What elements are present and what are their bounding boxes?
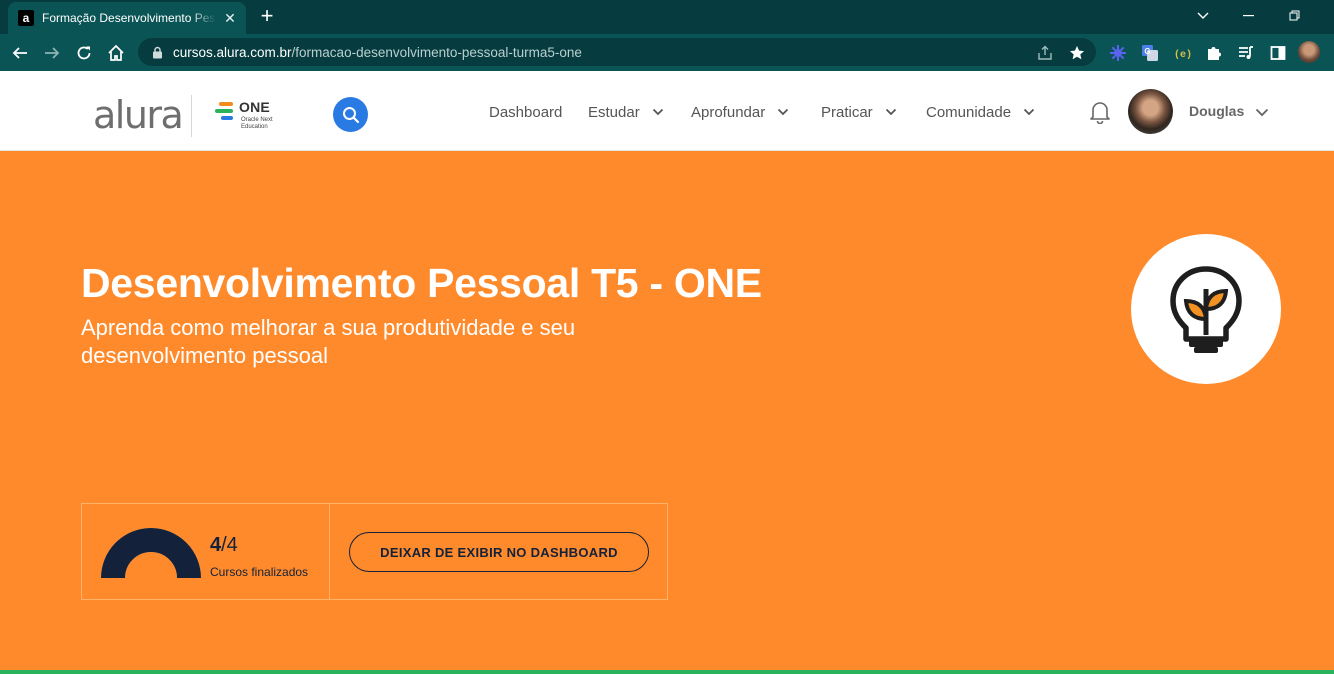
alura-logo[interactable]: alura	[93, 93, 184, 137]
search-icon	[342, 106, 359, 123]
bottom-accent-line	[0, 670, 1334, 674]
one-partner-logo[interactable]: ONE Oracle Next Education	[215, 99, 295, 134]
page-title: Desenvolvimento Pessoal T5 - ONE	[81, 260, 762, 306]
courses-completed-label: Cursos finalizados	[210, 565, 309, 579]
chevron-down-icon	[885, 108, 897, 116]
notifications-bell-icon[interactable]	[1087, 99, 1113, 125]
nav-comunidade[interactable]: Comunidade	[926, 101, 1035, 123]
browser-tab[interactable]: a Formação Desenvolvimento Pessoal T5 - …	[8, 2, 246, 34]
user-menu-chevron-down-icon[interactable]	[1255, 104, 1269, 122]
lock-icon[interactable]	[150, 45, 164, 59]
browser-tab-strip: a Formação Desenvolvimento Pessoal T5 - …	[0, 0, 1334, 34]
url-host: cursos.alura.com.br	[173, 44, 292, 60]
total-number: /4	[221, 534, 238, 556]
nav-aprofundar-label: Aprofundar	[691, 103, 766, 121]
tab-close-icon[interactable]: ✕	[222, 10, 238, 26]
one-logo-text: ONE	[239, 99, 270, 115]
progress-gauge	[101, 528, 201, 579]
user-avatar[interactable]	[1128, 89, 1173, 134]
new-tab-button[interactable]: +	[256, 5, 278, 28]
tab-title: Formação Desenvolvimento Pessoal T5 - ON…	[42, 11, 216, 25]
one-logo-bars-icon	[215, 102, 233, 123]
url-text: cursos.alura.com.br/formacao-desenvolvim…	[173, 45, 582, 60]
extension-flower-icon[interactable]	[1108, 43, 1128, 63]
nav-praticar[interactable]: Praticar	[821, 101, 897, 123]
courses-completed-count: 4/4	[210, 534, 238, 557]
address-bar[interactable]: cursos.alura.com.br/formacao-desenvolvim…	[138, 38, 1096, 66]
progress-summary: 4/4 Cursos finalizados	[82, 504, 330, 599]
bookmark-star-icon[interactable]	[1068, 44, 1086, 62]
page-subtitle: Aprenda como melhorar a sua produtividad…	[81, 315, 576, 368]
browser-toolbar: cursos.alura.com.br/formacao-desenvolvim…	[0, 34, 1334, 71]
nav-comunidade-label: Comunidade	[926, 103, 1012, 121]
hide-from-dashboard-button[interactable]: DEIXAR DE EXIBIR NO DASHBOARD	[349, 532, 649, 572]
logo-separator	[191, 95, 192, 137]
site-header: alura ONE Oracle Next Education Dashboar…	[0, 71, 1334, 151]
svg-text:(e): (e)	[1174, 49, 1191, 61]
lightbulb-plant-icon	[1131, 234, 1281, 384]
tab-search-chevron-icon[interactable]	[1192, 6, 1214, 26]
browser-profile-avatar[interactable]	[1298, 41, 1320, 63]
home-icon[interactable]	[104, 41, 128, 65]
forward-arrow-icon[interactable]	[40, 41, 64, 65]
progress-card: 4/4 Cursos finalizados DEIXAR DE EXIBIR …	[81, 503, 668, 600]
chevron-down-icon	[777, 108, 789, 116]
alura-favicon-icon: a	[18, 10, 34, 26]
completed-number: 4	[210, 534, 222, 556]
nav-dashboard[interactable]: Dashboard	[489, 101, 562, 123]
one-logo-subtitle: Oracle Next Education	[241, 117, 273, 130]
url-path: /formacao-desenvolvimento-pessoal-turma5…	[291, 44, 582, 60]
share-icon[interactable]	[1036, 44, 1054, 62]
svg-text:G: G	[1144, 47, 1150, 56]
back-arrow-icon[interactable]	[8, 41, 32, 65]
chevron-down-icon	[652, 108, 664, 116]
nav-praticar-label: Praticar	[821, 103, 873, 121]
side-panel-icon[interactable]	[1268, 43, 1288, 63]
user-name[interactable]: Douglas	[1189, 103, 1244, 119]
progress-gauge-fill	[101, 528, 201, 579]
puzzle-extensions-icon[interactable]	[1204, 43, 1224, 63]
translate-extension-icon[interactable]: G	[1140, 43, 1160, 63]
nav-estudar[interactable]: Estudar	[588, 101, 664, 123]
search-button[interactable]	[333, 97, 368, 132]
nav-dashboard-label: Dashboard	[489, 103, 563, 121]
restore-window-icon[interactable]	[1284, 6, 1306, 26]
chevron-down-icon	[1023, 108, 1035, 116]
reload-icon[interactable]	[72, 41, 96, 65]
code-extension-icon[interactable]: (e)	[1172, 43, 1192, 63]
formation-hero: Desenvolvimento Pessoal T5 - ONE Aprenda…	[0, 152, 1334, 671]
nav-estudar-label: Estudar	[588, 103, 640, 121]
nav-aprofundar[interactable]: Aprofundar	[691, 101, 789, 123]
minimize-window-icon[interactable]	[1238, 6, 1260, 26]
media-playlist-icon[interactable]	[1236, 43, 1256, 63]
